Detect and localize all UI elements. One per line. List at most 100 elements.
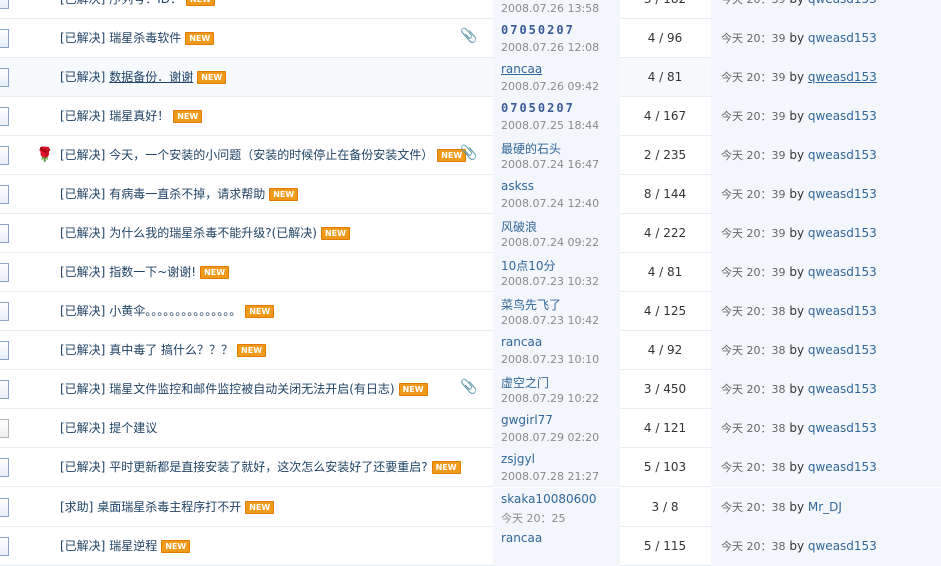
thread-row[interactable]: [已解决] 指数一下~谢谢! NEW 10点10分 2008.07.23 10:32 4… [0,253,941,292]
last-post-time[interactable]: 今天 20：39 [721,227,786,240]
thread-row[interactable]: [已解决] 提个建议 gwgirl77 2008.07.29 02:20 4 / 12… [0,409,941,448]
thread-row[interactable]: 🌹 [已解决] 今天，一个安装的小问题（安装的时候停止在备份安装文件） NEW 📎 最硬… [0,136,941,175]
author-link[interactable]: 07050207 [501,23,575,37]
thread-title-link[interactable]: 今天，一个安装的小问题（安装的时候停止在备份安装文件） [109,148,433,162]
last-poster-link[interactable]: Mr_DJ [808,500,842,514]
last-post-time[interactable]: 今天 20：39 [721,71,786,84]
thread-prefix[interactable]: [已解决] [60,539,105,553]
last-poster-link[interactable]: qweasd153 [808,109,877,123]
last-post-time[interactable]: 今天 20：39 [721,32,786,45]
last-poster-link[interactable]: qweasd153 [808,539,877,553]
thread-prefix[interactable]: [已解决] [60,31,105,45]
author-cell: 07050207 2008.07.26 12:08 [493,19,620,58]
last-post-time[interactable]: 今天 20：39 [721,188,786,201]
last-post-time[interactable]: 今天 20：38 [721,461,786,474]
thread-title-link[interactable]: 序列号：ID： [109,0,182,6]
post-date: 2008.07.23 10:42 [501,314,600,327]
author-cell: rancaa 2008.07.26 09:42 [493,58,620,97]
last-post-time[interactable]: 今天 20：38 [721,383,786,396]
thread-row[interactable]: [已解决] 数据备份．谢谢 NEW rancaa 2008.07.26 09:42 4 … [0,58,941,97]
last-post-time[interactable]: 今天 20：38 [721,422,786,435]
thread-prefix[interactable]: [已解决] [60,70,105,84]
thread-row[interactable]: [已解决] 真中毒了 搞什么？？？ NEW rancaa 2008.07.23 10:… [0,331,941,370]
thread-row[interactable]: [已解决] 瑞星文件监控和邮件监控被自动关闭无法开启(有日志) NEW 📎 虚空之门 2… [0,370,941,409]
author-link[interactable]: skaka10080600 [501,492,597,506]
thread-prefix[interactable]: [已解决] [60,421,105,435]
thread-prefix[interactable]: [已解决] [60,148,105,162]
last-poster-link[interactable]: qweasd153 [808,31,877,45]
last-poster-link[interactable]: qweasd153 [808,343,877,357]
thread-row[interactable]: [已解决] 平时更新都是直接安装了就好，这次怎么安装好了还要重启? NEW zsjg… [0,448,941,487]
thread-prefix[interactable]: [已解决] [60,382,105,396]
author-link[interactable]: 风破浪 [501,218,537,235]
thread-title-link[interactable]: 为什么我的瑞星杀毒不能升级?(已解决) [109,226,317,240]
thread-row[interactable]: [已解决] 序列号：ID：NEW2008.07.26 13:583 / 182今… [0,0,941,19]
last-post-time[interactable]: 今天 20：38 [721,501,786,514]
thread-title-link[interactable]: 平时更新都是直接安装了就好，这次怎么安装好了还要重启? [109,460,427,474]
author-link[interactable]: 虚空之门 [501,374,549,391]
thread-row[interactable]: [已解决] 为什么我的瑞星杀毒不能升级?(已解决) NEW 风破浪 2008.07.2… [0,214,941,253]
thread-prefix[interactable]: [已解决] [60,343,105,357]
last-post-time[interactable]: 今天 20：39 [721,149,786,162]
thread-prefix[interactable]: [已解决] [60,304,105,318]
last-poster-link[interactable]: qweasd153 [808,460,877,474]
thread-prefix[interactable]: [已解决] [60,187,105,201]
thread-row[interactable]: [已解决] 瑞星杀毒软件 NEW 📎 07050207 2008.07.26 12:08… [0,19,941,58]
last-poster-link[interactable]: qweasd153 [808,70,877,84]
last-poster-link[interactable]: qweasd153 [808,265,877,279]
by-label: by [789,31,805,45]
thread-prefix[interactable]: [已解决] [60,265,105,279]
last-post-time[interactable]: 今天 20：39 [721,0,786,6]
thread-title-link[interactable]: 提个建议 [109,421,157,435]
thread-title-link[interactable]: 桌面瑞星杀毒主程序打不开 [97,500,241,514]
replies-views: 2 / 235 [643,148,687,162]
last-poster-link[interactable]: qweasd153 [808,0,877,6]
thread-prefix[interactable]: [求助] [60,500,93,514]
author-link[interactable]: rancaa [501,531,542,545]
thread-title-link[interactable]: 指数一下~谢谢! [109,265,196,279]
replies-views: 4 / 222 [643,226,687,240]
last-poster-link[interactable]: qweasd153 [808,187,877,201]
thread-prefix[interactable]: [已解决] [60,460,105,474]
post-date: 2008.07.28 21:27 [501,470,600,483]
thread-title-cell: [求助] 桌面瑞星杀毒主程序打不开 NEW [60,488,480,527]
last-poster-link[interactable]: qweasd153 [808,304,877,318]
thread-prefix[interactable]: [已解决] [60,0,105,6]
thread-row[interactable]: [已解决] 有病毒一直杀不掉，请求帮助 NEW askss 2008.07.24 12… [0,175,941,214]
thread-title-link[interactable]: 瑞星逆程 [109,539,157,553]
last-poster-link[interactable]: qweasd153 [808,421,877,435]
document-icon [0,380,9,399]
author-cell: 07050207 2008.07.25 18:44 [493,97,620,136]
last-poster-link[interactable]: qweasd153 [808,148,877,162]
thread-title-link[interactable]: 数据备份．谢谢 [109,70,193,84]
thread-prefix[interactable]: [已解决] [60,226,105,240]
author-link[interactable]: rancaa [501,62,542,76]
thread-title-link[interactable]: 小黄伞。。。。。。。。。。。。。。。 [109,304,241,318]
author-link[interactable]: 菜鸟先飞了 [501,296,561,313]
thread-row[interactable]: [已解决] 瑞星真好！ NEW 07050207 2008.07.25 18:44 4 … [0,97,941,136]
author-link[interactable]: 10点10分 [501,257,556,274]
post-date: 2008.07.26 12:08 [501,41,600,54]
thread-title-link[interactable]: 瑞星文件监控和邮件监控被自动关闭无法开启(有日志) [109,382,394,396]
by-label: by [789,343,805,357]
last-post-time[interactable]: 今天 20：39 [721,266,786,279]
thread-title-cell: [已解决] 数据备份．谢谢 NEW [60,58,480,97]
last-post-time[interactable]: 今天 20：39 [721,110,786,123]
last-post-time[interactable]: 今天 20：38 [721,344,786,357]
thread-title-link[interactable]: 真中毒了 搞什么？？？ [109,343,233,357]
last-post-time[interactable]: 今天 20：38 [721,305,786,318]
thread-row[interactable]: [求助] 桌面瑞星杀毒主程序打不开 NEW skaka10080600 今天 20：2… [0,488,941,527]
thread-title-link[interactable]: 有病毒一直杀不掉，请求帮助 [109,187,265,201]
author-link[interactable]: askss [501,179,534,193]
last-poster-link[interactable]: qweasd153 [808,382,877,396]
thread-title-link[interactable]: 瑞星杀毒软件 [109,31,181,45]
thread-prefix[interactable]: [已解决] [60,109,105,123]
last-poster-link[interactable]: qweasd153 [808,226,877,240]
thread-row[interactable]: [已解决] 小黄伞。。。。。。。。。。。。。。。 NEW 菜鸟先飞了 2008.07.… [0,292,941,331]
thread-title-link[interactable]: 瑞星真好！ [109,109,169,123]
author-link[interactable]: gwgirl77 [501,413,553,427]
author-link[interactable]: zsjgyl [501,452,535,466]
author-link[interactable]: rancaa [501,335,542,349]
author-link[interactable]: 07050207 [501,101,575,115]
author-link[interactable]: 最硬的石头 [501,140,561,157]
